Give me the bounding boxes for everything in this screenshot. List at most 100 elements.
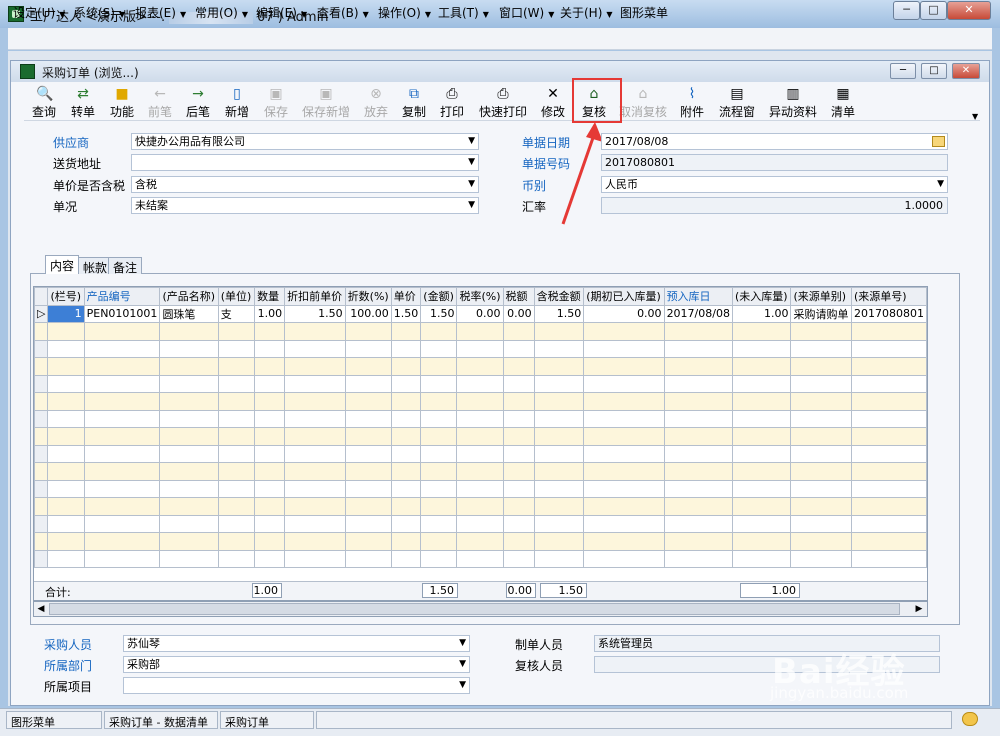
grid-cell[interactable] — [533, 549, 585, 568]
grid-cell[interactable] — [47, 339, 85, 358]
grid-cell[interactable] — [583, 409, 665, 428]
grid-cell[interactable] — [47, 532, 85, 551]
buyer-label[interactable]: 采购人员 — [44, 636, 92, 653]
grid-cell[interactable] — [159, 374, 219, 393]
grid-cell[interactable] — [344, 479, 392, 498]
grid-cell[interactable] — [663, 322, 733, 341]
grid-cell[interactable] — [456, 532, 504, 551]
col-header[interactable]: 税额 — [502, 287, 535, 306]
grid-cell[interactable] — [284, 322, 346, 341]
grid-cell[interactable] — [731, 462, 792, 481]
grid-cell[interactable] — [344, 514, 392, 533]
grid-cell[interactable] — [420, 479, 458, 498]
grid-cell[interactable] — [284, 374, 346, 393]
child-title-bar[interactable] — [11, 61, 989, 82]
grid-cell[interactable] — [254, 532, 286, 551]
grid-cell[interactable] — [344, 549, 392, 568]
grid-cell[interactable] — [420, 322, 458, 341]
grid-cell[interactable] — [254, 462, 286, 481]
grid-cell[interactable] — [217, 374, 256, 393]
cell-unit[interactable]: 支 — [217, 304, 256, 323]
grid-cell[interactable] — [420, 532, 458, 551]
grid-cell[interactable] — [583, 427, 665, 446]
grid-cell[interactable] — [159, 532, 219, 551]
grid-cell[interactable] — [217, 444, 256, 463]
grid-cell[interactable] — [159, 392, 219, 411]
grid-cell[interactable] — [850, 514, 927, 533]
grid-cell[interactable] — [502, 497, 535, 516]
grid-cell[interactable] — [850, 339, 927, 358]
grid-cell[interactable] — [850, 427, 927, 446]
toolbar-print-button[interactable]: ⎙ 打印 — [438, 84, 466, 120]
grid-cell[interactable] — [390, 444, 422, 463]
grid-cell[interactable] — [83, 532, 161, 551]
grid-cell[interactable] — [284, 357, 346, 376]
col-header[interactable]: (单位) — [217, 287, 256, 306]
menu-edit[interactable]: 编辑(E) ▼ — [256, 4, 307, 21]
table-row-empty[interactable] — [34, 339, 927, 358]
grid-cell[interactable] — [850, 374, 927, 393]
grid-cell[interactable] — [390, 532, 422, 551]
grid-cell[interactable] — [663, 339, 733, 358]
grid-cell[interactable] — [390, 409, 422, 428]
menu-settings[interactable]: 设定(U) ▼ — [13, 4, 65, 21]
grid-cell[interactable] — [254, 392, 286, 411]
grid-cell[interactable] — [47, 497, 85, 516]
grid-cell[interactable] — [47, 392, 85, 411]
grid-cell[interactable] — [850, 462, 927, 481]
grid-cell[interactable] — [420, 392, 458, 411]
grid-cell[interactable] — [790, 409, 852, 428]
supplier-select[interactable]: 快捷办公用品有限公司 ▼ — [131, 133, 479, 150]
cell-discount[interactable]: 100.00 — [344, 304, 392, 323]
table-row-empty[interactable] — [34, 409, 927, 428]
col-header[interactable]: (未入库量) — [731, 287, 792, 306]
grid-cell[interactable] — [850, 357, 927, 376]
grid-cell[interactable] — [254, 497, 286, 516]
grid-cell[interactable] — [83, 549, 161, 568]
col-header[interactable]: 折数(%) — [344, 287, 392, 306]
grid-cell[interactable] — [420, 497, 458, 516]
grid-cell[interactable] — [344, 322, 392, 341]
grid-cell[interactable] — [420, 514, 458, 533]
status-pane-list[interactable]: 采购订单 - 数据清单 — [104, 711, 218, 729]
grid-cell[interactable] — [390, 549, 422, 568]
toolbar-save-new-button[interactable]: ▣ 保存新增 — [300, 84, 352, 120]
tab-accounts[interactable]: 帐款 — [78, 257, 113, 275]
grid-cell[interactable] — [83, 339, 161, 358]
cell-source-type[interactable]: 采购请购单 — [790, 304, 852, 323]
grid-cell[interactable] — [390, 322, 422, 341]
grid-cell[interactable] — [254, 374, 286, 393]
menu-system[interactable]: 系统(S) ▼ — [74, 4, 125, 21]
grid-cell[interactable] — [344, 532, 392, 551]
grid-cell[interactable] — [790, 374, 852, 393]
grid-cell[interactable] — [790, 339, 852, 358]
order-lines-grid[interactable]: (栏号) 产品编号 (产品名称) (单位) 数量 折扣前单价 折数(%) 单价 … — [33, 286, 928, 601]
col-header[interactable]: 税率(%) — [456, 287, 504, 306]
grid-cell[interactable] — [583, 462, 665, 481]
grid-cell[interactable] — [217, 532, 256, 551]
menu-operation[interactable]: 操作(O) ▼ — [378, 4, 431, 21]
grid-cell[interactable] — [47, 549, 85, 568]
grid-cell[interactable] — [420, 357, 458, 376]
currency-label[interactable]: 币别 — [522, 177, 546, 194]
table-row-empty[interactable] — [34, 479, 927, 498]
cell-incl-amount[interactable]: 1.50 — [533, 304, 585, 323]
cell-product-name[interactable]: 圆珠笔 — [159, 304, 219, 323]
menu-common[interactable]: 常用(O) ▼ — [195, 4, 248, 21]
col-header[interactable]: 产品编号 — [83, 287, 161, 306]
grid-cell[interactable] — [83, 479, 161, 498]
grid-cell[interactable] — [583, 532, 665, 551]
grid-cell[interactable] — [344, 392, 392, 411]
cell-tax-rate[interactable]: 0.00 — [456, 304, 504, 323]
toolbar-attachment-button[interactable]: ⌇ 附件 — [678, 84, 706, 120]
grid-cell[interactable] — [456, 462, 504, 481]
grid-cell[interactable] — [850, 409, 927, 428]
grid-cell[interactable] — [420, 462, 458, 481]
grid-cell[interactable] — [583, 479, 665, 498]
grid-cell[interactable] — [583, 514, 665, 533]
grid-cell[interactable] — [850, 497, 927, 516]
grid-cell[interactable] — [254, 444, 286, 463]
grid-cell[interactable] — [217, 409, 256, 428]
date-field[interactable]: 2017/08/08 — [601, 133, 948, 150]
table-row-empty[interactable] — [34, 497, 927, 516]
